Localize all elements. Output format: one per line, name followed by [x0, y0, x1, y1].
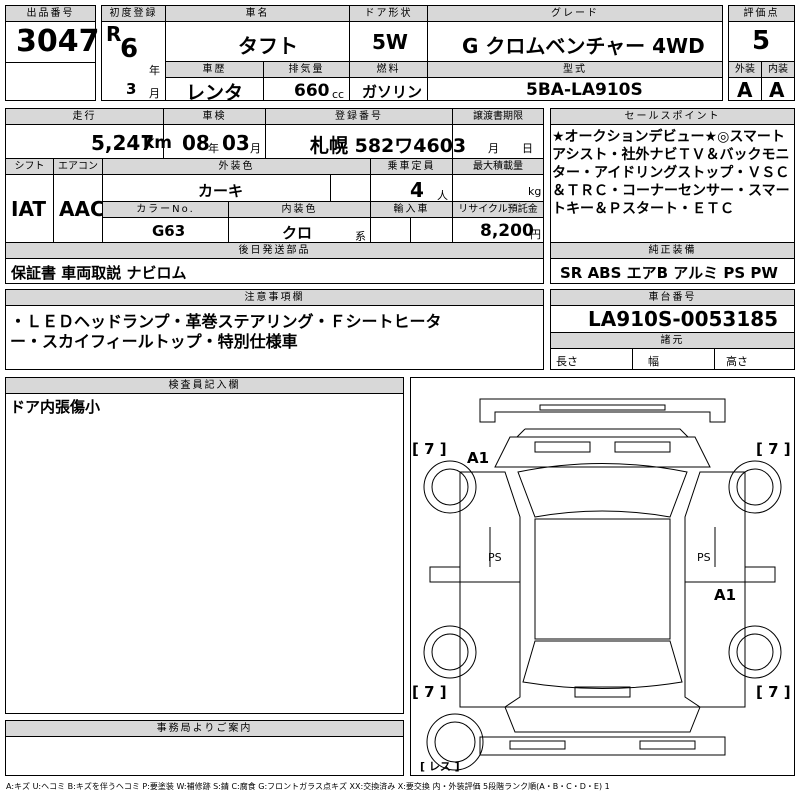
- color-no-value: G63: [152, 222, 186, 240]
- people-unit: 人: [437, 189, 448, 202]
- score-value: 5: [752, 26, 771, 56]
- car-name-value: タフト: [238, 34, 298, 58]
- later-parts-label: 後日発送部品: [6, 243, 543, 258]
- aircon-label: エアコン: [54, 159, 102, 174]
- exterior-value: A: [737, 78, 753, 102]
- ext-color-label: 外装色: [103, 159, 370, 174]
- int-color-value: クロ: [282, 224, 313, 242]
- model-value: 5BA-LA910S: [526, 80, 643, 100]
- history-value: レンタ: [186, 82, 244, 104]
- capacity-label: 乗車定員: [371, 159, 452, 174]
- month-unit: 月: [149, 87, 160, 100]
- inspector-label: 検査員記入欄: [6, 378, 403, 393]
- fuel-label: 燃料: [350, 62, 427, 77]
- legend-text: A:キズ U:ヘコミ B:キズを伴うヘコミ P:要塗装 W:補修跡 S:錆 C:…: [6, 782, 610, 791]
- reg-no-label: 登録番号: [266, 109, 452, 124]
- chassis-label: 車台番号: [551, 290, 794, 305]
- tire-rear-left: [ 7 ]: [412, 683, 447, 701]
- year-unit: 年: [149, 64, 160, 77]
- vehicle-diagram: [423, 398, 782, 771]
- door-value: 5W: [372, 30, 408, 54]
- import-label: 輸入車: [371, 202, 452, 217]
- car-name-label: 車名: [166, 6, 349, 21]
- inspection-label: 車検: [164, 109, 265, 124]
- interior-label: 内装: [762, 62, 794, 77]
- fuel-value: ガソリン: [362, 83, 423, 101]
- width-label: 幅: [648, 355, 659, 368]
- insp-year-unit: 年: [208, 142, 219, 155]
- inspector-note: ドア内張傷小: [10, 398, 101, 416]
- inspector-box: [5, 377, 404, 714]
- transfer-day-char: 日: [522, 142, 533, 155]
- lot-no-label: 出品番号: [6, 6, 95, 21]
- shift-label: シフト: [6, 159, 53, 174]
- ext-color-value: カーキ: [198, 182, 244, 200]
- aircon-value: AAC: [59, 197, 105, 221]
- kg-unit: kg: [528, 185, 542, 198]
- insp-month-value: 03: [222, 131, 250, 155]
- reg-no-value: 札幌 582ワ4603: [310, 135, 467, 157]
- yen-unit: 円: [530, 228, 541, 241]
- door-label: ドア形状: [350, 6, 427, 21]
- mileage-label: 走行: [6, 109, 163, 124]
- max-load-label: 最大積載量: [453, 159, 543, 174]
- shift-value: IAT: [11, 197, 47, 221]
- notes-label: 注意事項欄: [6, 290, 543, 305]
- later-parts-value: 保証書 車両取説 ナビロム: [11, 264, 187, 282]
- chassis-value: LA910S-0053185: [588, 307, 779, 331]
- equipment-label: 純正装備: [551, 243, 794, 258]
- recycle-value: 8,200: [480, 221, 534, 241]
- grade-value: G クロムベンチャー 4WD: [462, 34, 705, 58]
- damage-mark-rear-right: A1: [714, 586, 737, 604]
- notes-line2: ー・スカイフィールトップ・特別仕様車: [10, 332, 298, 351]
- recycle-label: リサイクル預託金: [453, 202, 543, 217]
- reg-year-value: 6: [120, 34, 139, 64]
- sales-point-label: セールスポイント: [551, 109, 794, 124]
- int-color-label: 内装色: [229, 202, 370, 217]
- exterior-label: 外装: [729, 62, 761, 77]
- damage-mark-front-left: A1: [467, 449, 490, 467]
- km-unit: km: [143, 133, 173, 153]
- history-label: 車歴: [166, 62, 263, 77]
- transfer-label: 譲渡書期限: [453, 109, 543, 124]
- transfer-month-unit: 月: [488, 142, 499, 155]
- grade-label: グレード: [428, 6, 722, 21]
- insp-year-value: 08: [182, 131, 210, 155]
- ps-right: PS: [697, 551, 711, 564]
- dimensions-label: 諸元: [551, 333, 794, 348]
- tire-front-right: [ 7 ]: [756, 440, 791, 458]
- interior-value: A: [769, 78, 785, 102]
- displacement-label: 排気量: [264, 62, 349, 77]
- equipment-value: SR ABS エアB アルミ PS PW: [560, 264, 778, 282]
- ps-left: PS: [488, 551, 502, 564]
- reg-month-value: 3: [126, 80, 137, 98]
- color-no-label: カラーNo.: [103, 202, 228, 217]
- spare-tire: [ レス ]: [420, 760, 460, 773]
- sales-point-value: ★オークションデビュー★◎スマートアシスト・社外ナビＴＶ＆バックモニター・アイド…: [552, 129, 790, 217]
- tire-front-left: [ 7 ]: [412, 440, 447, 458]
- lot-no-value: 3047: [16, 24, 100, 59]
- tire-rear-right: [ 7 ]: [756, 683, 791, 701]
- displacement-value: 660: [294, 81, 330, 101]
- length-label: 長さ: [556, 355, 578, 368]
- office-label: 事務局よりご案内: [6, 721, 403, 736]
- height-label: 高さ: [726, 355, 748, 368]
- capacity-value: 4: [410, 178, 424, 202]
- cc-unit: cc: [332, 88, 345, 101]
- insp-month-unit: 月: [250, 142, 261, 155]
- score-label: 評価点: [729, 6, 794, 21]
- model-label: 型式: [428, 62, 722, 77]
- first-reg-label: 初度登録: [102, 6, 165, 21]
